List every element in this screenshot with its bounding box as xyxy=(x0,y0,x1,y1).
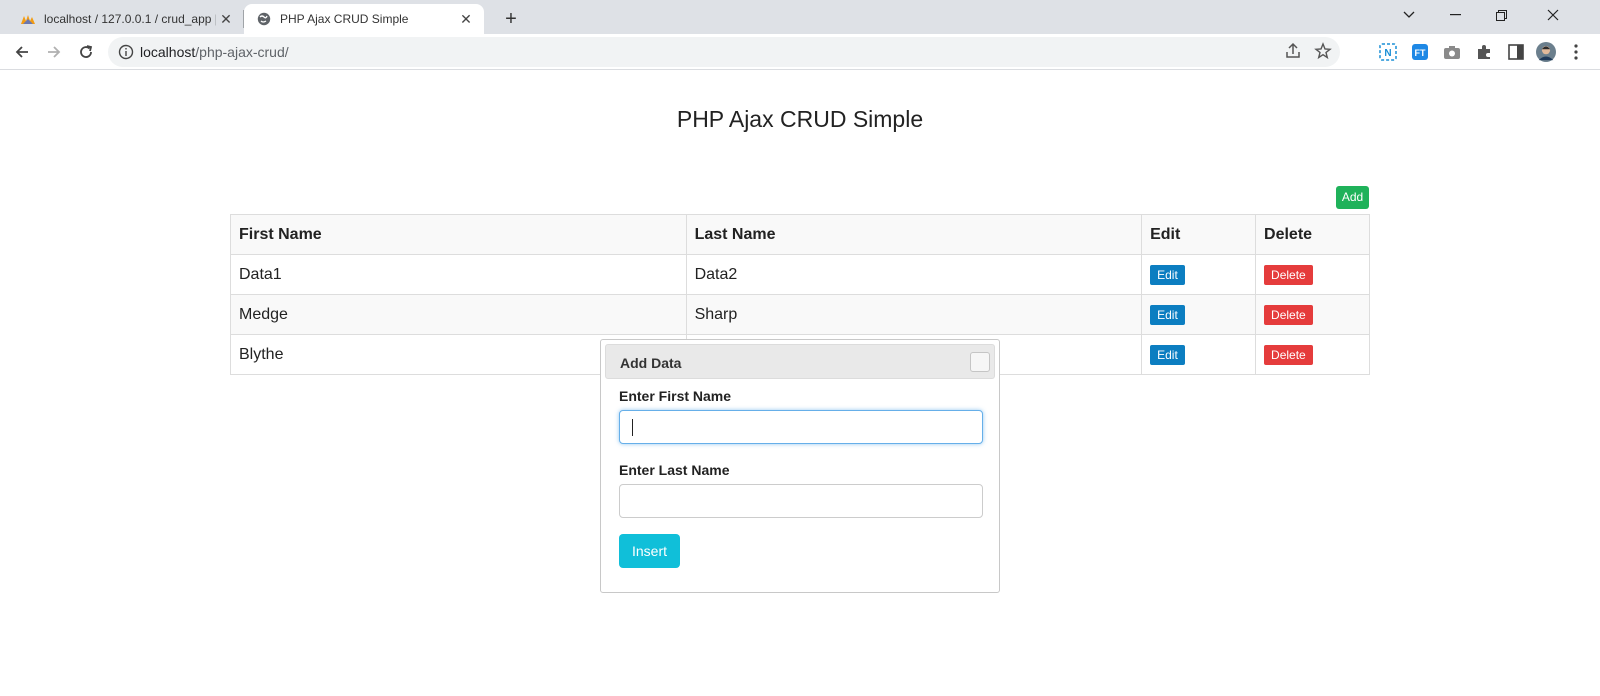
delete-button[interactable]: Delete xyxy=(1264,344,1313,365)
table-header-row: First Name Last Name Edit Delete xyxy=(230,214,1370,255)
dialog-close-button[interactable] xyxy=(970,352,990,372)
url-host: localhost xyxy=(140,44,196,60)
cell-edit: Edit xyxy=(1141,334,1257,375)
tab-search-icon[interactable] xyxy=(1386,0,1432,30)
star-icon[interactable] xyxy=(1314,42,1332,65)
close-icon[interactable]: ✕ xyxy=(456,9,476,29)
column-header-delete: Delete xyxy=(1255,214,1370,255)
cell-delete: Delete xyxy=(1255,334,1370,375)
column-header-edit: Edit xyxy=(1141,214,1257,255)
dialog-titlebar[interactable]: Add Data xyxy=(605,344,995,379)
cell-edit: Edit xyxy=(1141,254,1257,295)
last-name-label: Enter Last Name xyxy=(619,462,730,478)
tab-strip: localhost / 127.0.0.1 / crud_app | ... ✕… xyxy=(0,0,1600,34)
reload-icon[interactable] xyxy=(72,38,100,66)
close-window-icon[interactable] xyxy=(1530,0,1576,30)
new-tab-icon[interactable]: + xyxy=(498,6,524,32)
camera-icon[interactable] xyxy=(1442,42,1462,62)
tab-title: localhost / 127.0.0.1 / crud_app | ... xyxy=(44,12,216,26)
puzzle-icon[interactable] xyxy=(1474,42,1494,62)
insert-button[interactable]: Insert xyxy=(619,534,680,568)
restore-icon[interactable] xyxy=(1478,0,1524,30)
cell-delete: Delete xyxy=(1255,254,1370,295)
add-button[interactable]: Add xyxy=(1336,186,1369,209)
browser-toolbar: localhost/php-ajax-crud/ N FT xyxy=(0,34,1600,70)
tab-title: PHP Ajax CRUD Simple xyxy=(280,12,409,26)
dialog-title: Add Data xyxy=(620,355,682,371)
cell-last-name: Sharp xyxy=(685,294,1143,335)
edit-button[interactable]: Edit xyxy=(1150,344,1185,365)
edit-button[interactable]: Edit xyxy=(1150,304,1185,325)
bookmark-n-icon[interactable]: N xyxy=(1378,42,1398,62)
close-icon[interactable]: ✕ xyxy=(216,9,236,29)
url-path: /php-ajax-crud/ xyxy=(195,44,289,60)
globe-icon xyxy=(256,11,272,27)
cell-delete: Delete xyxy=(1255,294,1370,335)
cell-first-name: Medge xyxy=(230,294,687,335)
column-header-first-name: First Name xyxy=(230,214,687,255)
column-header-last-name: Last Name xyxy=(685,214,1143,255)
tab-php-ajax-crud[interactable]: PHP Ajax CRUD Simple ✕ xyxy=(244,4,484,34)
menu-icon[interactable] xyxy=(1566,42,1586,62)
cell-first-name: Data1 xyxy=(230,254,687,295)
table-row: Data1 Data2 Edit Delete xyxy=(230,254,1370,295)
table-row: Medge Sharp Edit Delete xyxy=(230,294,1370,335)
add-data-dialog: Add Data Enter First Name Enter Last Nam… xyxy=(600,339,1000,593)
page-title: PHP Ajax CRUD Simple xyxy=(676,106,924,132)
info-icon[interactable] xyxy=(118,44,134,60)
delete-button[interactable]: Delete xyxy=(1264,264,1313,285)
share-icon[interactable] xyxy=(1284,42,1302,65)
delete-button[interactable]: Delete xyxy=(1264,304,1313,325)
svg-text:FT: FT xyxy=(1415,48,1426,58)
phpmyadmin-icon xyxy=(20,11,36,27)
sidepanel-icon[interactable] xyxy=(1506,42,1526,62)
tab-phpmyadmin[interactable]: localhost / 127.0.0.1 / crud_app | ... ✕ xyxy=(8,4,244,34)
translate-icon[interactable]: FT xyxy=(1410,42,1430,62)
address-bar[interactable]: localhost/php-ajax-crud/ xyxy=(108,37,1340,67)
cell-last-name: Data2 xyxy=(685,254,1143,295)
cell-edit: Edit xyxy=(1141,294,1257,335)
minimize-icon[interactable] xyxy=(1432,0,1478,30)
first-name-label: Enter First Name xyxy=(619,388,732,404)
text-caret xyxy=(632,419,633,436)
back-icon[interactable] xyxy=(8,38,36,66)
forward-icon[interactable] xyxy=(40,38,68,66)
edit-button[interactable]: Edit xyxy=(1150,264,1185,285)
last-name-input[interactable] xyxy=(619,484,983,518)
svg-text:N: N xyxy=(1384,48,1391,59)
profile-avatar[interactable] xyxy=(1536,42,1556,62)
first-name-input[interactable] xyxy=(619,410,983,444)
